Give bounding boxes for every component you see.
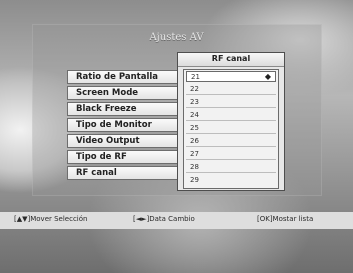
dropdown-title: RF canal [211,54,251,63]
channel-option-label: 28 [190,163,199,171]
menu-item-label: Tipo de RF [76,152,127,162]
channel-option[interactable]: 23 [186,97,276,108]
menu-item-label: Ratio de Pantalla [76,72,159,82]
channel-option-label: 27 [190,150,199,158]
menu-item-label: Black Freeze [76,104,137,114]
rf-canal-dropdown[interactable]: RF canal 21 ◆ 22 23 24 25 26 27 28 29 [177,52,285,191]
channel-option-label: 21 [191,73,200,81]
window-title: Ajustes AV [149,32,204,43]
channel-option-label: 22 [190,85,199,93]
channel-option[interactable]: 27 [186,149,276,160]
dropdown-header: RF canal [178,53,284,67]
channel-option[interactable]: 26 [186,136,276,147]
menu-item-label: RF canal [76,168,117,178]
menu-item-label: Tipo de Monitor [76,120,152,130]
channel-option[interactable]: 29 [186,175,276,186]
hint-ok-show-list: [OK]Mostar lista [257,215,314,223]
channel-option-label: 29 [190,176,199,184]
hint-move-selection: [▲▼]Mover Selección [14,215,88,223]
channel-list[interactable]: 21 ◆ 22 23 24 25 26 27 28 29 [183,69,279,189]
channel-option[interactable]: 28 [186,162,276,173]
diamond-icon: ◆ [264,72,271,81]
channel-option-label: 26 [190,137,199,145]
channel-option-label: 23 [190,98,199,106]
channel-option[interactable]: 24 [186,110,276,121]
channel-option[interactable]: 25 [186,123,276,134]
channel-option-label: 25 [190,124,199,132]
hint-change-data: [◄►]Data Cambio [133,215,195,223]
channel-option-label: 24 [190,111,199,119]
footer-hints: [▲▼]Mover Selección [◄►]Data Cambio [OK]… [0,212,353,229]
menu-item-label: Screen Mode [76,88,139,98]
channel-option[interactable]: 22 [186,84,276,95]
channel-option-selected[interactable]: 21 ◆ [186,71,276,82]
menu-item-label: Video Output [76,136,140,146]
